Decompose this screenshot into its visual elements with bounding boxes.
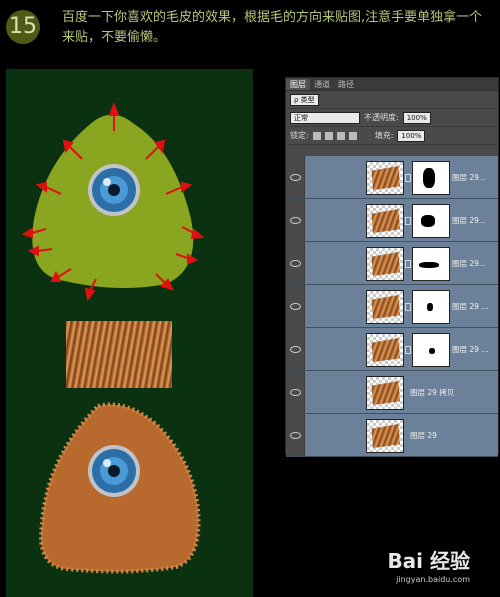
panel-tabs: 图层 通道 路径	[286, 78, 498, 91]
instruction-text: 百度一下你喜欢的毛皮的效果，根据毛的方向来贴图,注意手要单独拿一个来贴，不要偷懒…	[62, 10, 483, 45]
visibility-eye-icon[interactable]	[286, 199, 305, 241]
layer-name[interactable]: 图层 29...	[452, 172, 486, 183]
fur-texture-sample	[66, 321, 172, 388]
layer-thumbnail	[366, 333, 404, 367]
layer-mask-thumbnail	[412, 247, 450, 281]
layer-name[interactable]: 图层 29...	[452, 215, 486, 226]
layer-mask-thumbnail	[412, 161, 450, 195]
layer-row[interactable]: 图层 29...	[286, 199, 498, 242]
blend-row: 正常 不透明度: 100%	[286, 109, 498, 127]
lock-transparent-icon[interactable]	[312, 131, 321, 140]
layer-thumbnail	[366, 204, 404, 238]
layer-name[interactable]: 图层 29	[410, 430, 437, 441]
layer-list: 图层 29... 图层 29... 图层 29... 图层 29 ... 图层 …	[286, 156, 498, 457]
layer-mask-thumbnail	[412, 204, 450, 238]
layer-filter-select[interactable]: ρ 类型	[290, 93, 319, 106]
layer-row[interactable]: 图层 29	[286, 414, 498, 457]
layer-thumbnail	[366, 376, 404, 410]
link-chain-icon	[405, 260, 411, 268]
layers-panel: 图层 通道 路径 ρ 类型 正常 不透明度: 100% 锁定: 填充: 100%…	[285, 77, 499, 457]
link-chain-icon	[405, 346, 411, 354]
lock-label: 锁定:	[290, 131, 309, 140]
opacity-input[interactable]: 100%	[402, 111, 431, 124]
visibility-eye-icon[interactable]	[286, 371, 305, 413]
layer-name[interactable]: 图层 29...	[452, 258, 486, 269]
layer-row[interactable]: 图层 29...	[286, 242, 498, 285]
fill-input[interactable]: 100%	[397, 129, 426, 142]
layer-mask-thumbnail	[412, 333, 450, 367]
lock-position-icon[interactable]	[336, 131, 345, 140]
baidu-jingyan-watermark: Bai 经验 jingyan.baidu.com	[387, 545, 470, 584]
layer-thumbnail	[366, 419, 404, 453]
layer-thumbnail	[366, 247, 404, 281]
layer-name[interactable]: 图层 29 ...	[452, 301, 488, 312]
visibility-eye-icon[interactable]	[286, 242, 305, 284]
visibility-eye-icon[interactable]	[286, 285, 305, 327]
step-number: 15	[6, 10, 40, 44]
eye-bottom	[88, 445, 140, 497]
fill-label: 填充:	[374, 131, 394, 140]
lock-image-icon[interactable]	[324, 131, 333, 140]
tab-paths[interactable]: 路径	[334, 79, 358, 90]
lock-all-icon[interactable]	[348, 131, 357, 140]
opacity-label: 不透明度:	[364, 113, 399, 122]
visibility-eye-icon[interactable]	[286, 414, 305, 456]
layer-row[interactable]: 图层 29...	[286, 156, 498, 199]
layer-thumbnail	[366, 161, 404, 195]
watermark-logo: Bai 经验	[387, 549, 470, 573]
link-chain-icon	[405, 217, 411, 225]
blend-mode-select[interactable]: 正常	[290, 111, 360, 124]
layer-row[interactable]: 图层 29 拷贝	[286, 371, 498, 414]
visibility-eye-icon[interactable]	[286, 328, 305, 370]
visibility-eye-icon[interactable]	[286, 156, 305, 198]
layer-thumbnail	[366, 290, 404, 324]
layer-mask-thumbnail	[412, 290, 450, 324]
tab-channels[interactable]: 通道	[310, 79, 334, 90]
filter-row: ρ 类型	[286, 91, 498, 109]
layer-name[interactable]: 图层 29 拷贝	[410, 387, 454, 398]
eye-top	[88, 164, 140, 216]
watermark-url: jingyan.baidu.com	[396, 575, 470, 584]
layer-row[interactable]: 图层 29 ...	[286, 328, 498, 371]
lock-row: 锁定: 填充: 100%	[286, 127, 498, 145]
tab-layers[interactable]: 图层	[286, 79, 310, 90]
link-chain-icon	[405, 174, 411, 182]
link-chain-icon	[405, 303, 411, 311]
layer-row[interactable]: 图层 29 ...	[286, 285, 498, 328]
layer-name[interactable]: 图层 29 ...	[452, 344, 488, 355]
